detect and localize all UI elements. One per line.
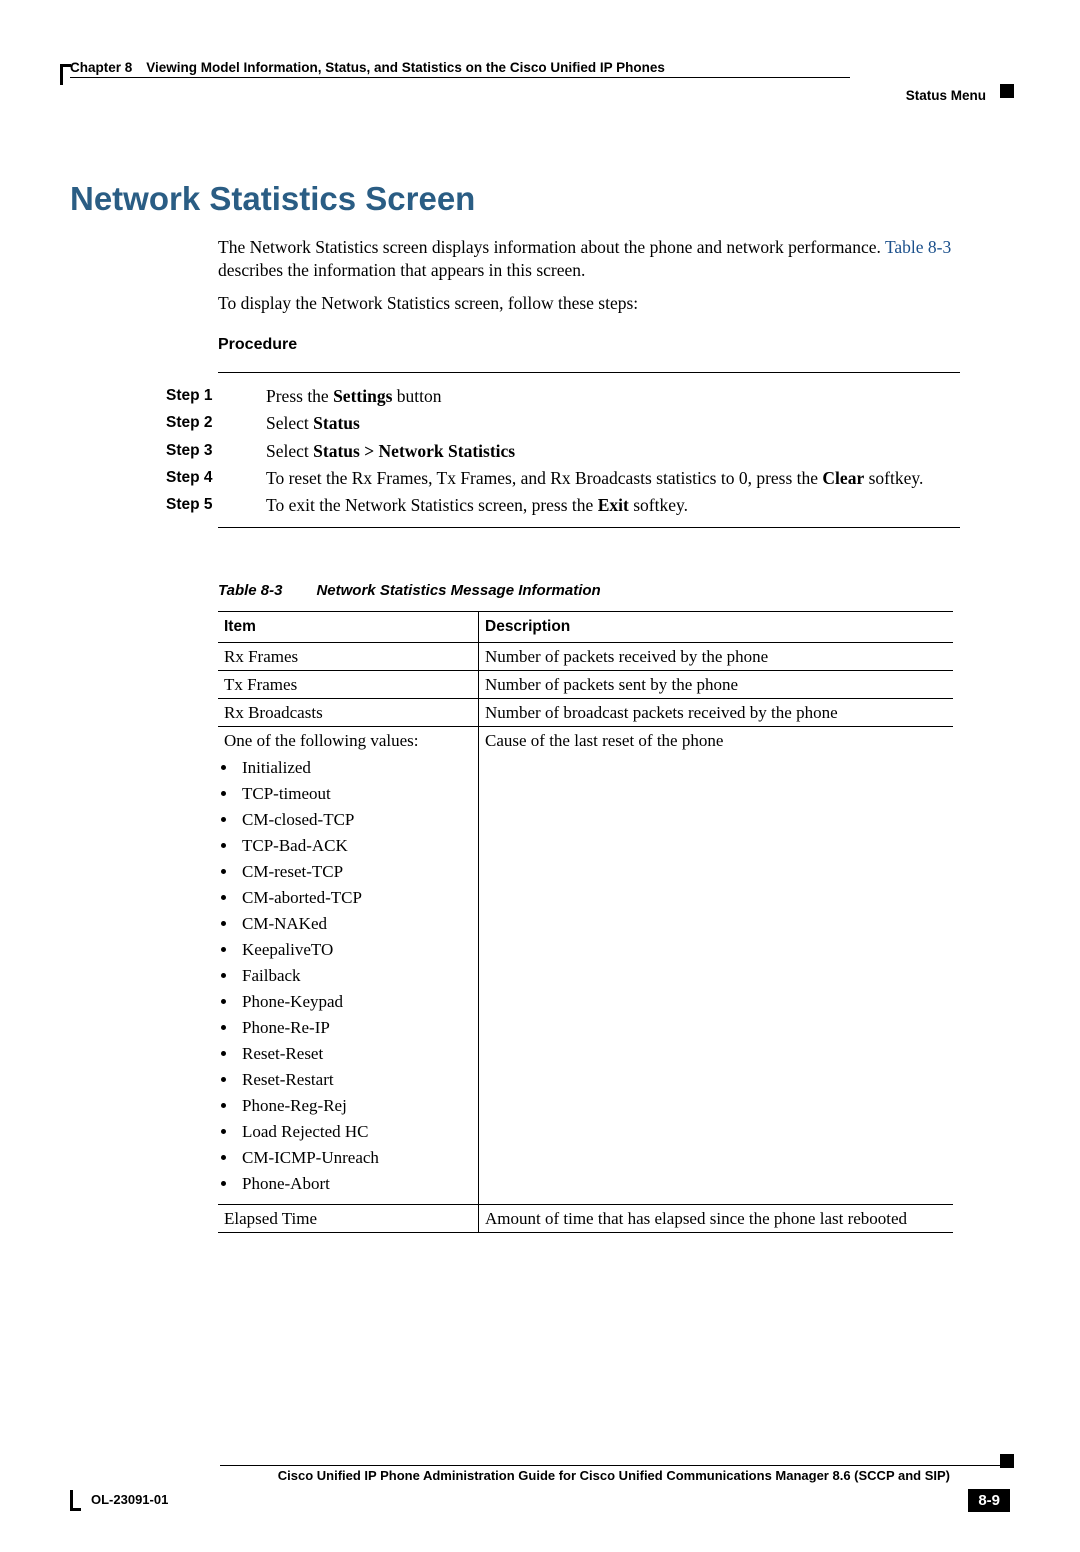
table-row: One of the following values:InitializedT… xyxy=(218,726,953,1204)
footer-guide-title: Cisco Unified IP Phone Administration Gu… xyxy=(70,1468,950,1483)
table-ref-link[interactable]: Table 8-3 xyxy=(885,237,951,257)
intro-text-b: describes the information that appears i… xyxy=(218,260,585,280)
list-item: Reset-Restart xyxy=(238,1067,472,1093)
procedure-step: Step 4To reset the Rx Frames, Tx Frames,… xyxy=(166,465,960,492)
list-item: CM-closed-TCP xyxy=(238,807,472,833)
chapter-number: Chapter 8 xyxy=(70,60,132,75)
table-cell-item: Tx Frames xyxy=(218,670,479,698)
list-item: CM-reset-TCP xyxy=(238,859,472,885)
list-item: Phone-Reg-Rej xyxy=(238,1093,472,1119)
table-cell-item: Rx Frames xyxy=(218,642,479,670)
step-label: Step 1 xyxy=(166,383,266,410)
table-cell-description: Number of broadcast packets received by … xyxy=(479,698,954,726)
list-item: Reset-Reset xyxy=(238,1041,472,1067)
list-item: TCP-timeout xyxy=(238,781,472,807)
procedure-step: Step 2Select Status xyxy=(166,410,960,437)
table-cell-item: Elapsed Time xyxy=(218,1204,479,1232)
document-id: OL-23091-01 xyxy=(91,1492,168,1507)
list-item: Failback xyxy=(238,963,472,989)
chapter-header: Chapter 8 Viewing Model Information, Stat… xyxy=(70,60,850,78)
network-statistics-table: Item Description Rx FramesNumber of pack… xyxy=(218,611,953,1233)
step-label: Step 3 xyxy=(166,438,266,465)
list-item: Load Rejected HC xyxy=(238,1119,472,1145)
intro-text-a: The Network Statistics screen displays i… xyxy=(218,237,885,257)
step-label: Step 5 xyxy=(166,492,266,519)
table-title: Network Statistics Message Information xyxy=(316,582,600,599)
table-caption: Table 8-3 Network Statistics Message Info… xyxy=(218,582,1010,599)
table-header-description: Description xyxy=(479,611,954,642)
table-cell-description: Number of packets sent by the phone xyxy=(479,670,954,698)
step-text: To exit the Network Statistics screen, p… xyxy=(266,492,960,519)
table-cell-item: Rx Broadcasts xyxy=(218,698,479,726)
table-number: Table 8-3 xyxy=(218,582,282,599)
section-label: Status Menu xyxy=(906,88,986,103)
footer-rule xyxy=(220,1465,1010,1466)
table-row: Tx FramesNumber of packets sent by the p… xyxy=(218,670,953,698)
step-text: Press the Settings button xyxy=(266,383,960,410)
steps-rule-bottom xyxy=(218,527,960,528)
procedure-step: Step 5To exit the Network Statistics scr… xyxy=(166,492,960,519)
list-item: Phone-Keypad xyxy=(238,989,472,1015)
list-item: CM-ICMP-Unreach xyxy=(238,1145,472,1171)
chapter-title: Viewing Model Information, Status, and S… xyxy=(146,60,665,75)
table-cell-description: Cause of the last reset of the phone xyxy=(479,726,954,1204)
steps-rule-top xyxy=(218,372,960,373)
procedure-step: Step 1Press the Settings button xyxy=(166,383,960,410)
list-item: CM-aborted-TCP xyxy=(238,885,472,911)
list-item: CM-NAKed xyxy=(238,911,472,937)
intro-paragraph-2: To display the Network Statistics screen… xyxy=(218,292,960,315)
table-header-item: Item xyxy=(218,611,479,642)
step-text: Select Status > Network Statistics xyxy=(266,438,960,465)
table-cell-item: One of the following values:InitializedT… xyxy=(218,726,479,1204)
table-row: Rx FramesNumber of packets received by t… xyxy=(218,642,953,670)
procedure-heading: Procedure xyxy=(218,336,1010,354)
list-item: Initialized xyxy=(238,755,472,781)
list-item: Phone-Re-IP xyxy=(238,1015,472,1041)
list-item: TCP-Bad-ACK xyxy=(238,833,472,859)
corner-square-top-right xyxy=(1000,84,1014,98)
step-text: Select Status xyxy=(266,410,960,437)
intro-paragraph-1: The Network Statistics screen displays i… xyxy=(218,236,960,282)
corner-square-bottom-right xyxy=(1000,1454,1014,1468)
list-item: Phone-Abort xyxy=(238,1171,472,1197)
reset-values-list: InitializedTCP-timeoutCM-closed-TCPTCP-B… xyxy=(238,755,472,1197)
table-cell-description: Number of packets received by the phone xyxy=(479,642,954,670)
page-footer: Cisco Unified IP Phone Administration Gu… xyxy=(70,1465,1010,1512)
step-text: To reset the Rx Frames, Tx Frames, and R… xyxy=(266,465,960,492)
procedure-step: Step 3Select Status > Network Statistics xyxy=(166,438,960,465)
list-item: KeepaliveTO xyxy=(238,937,472,963)
page-title: Network Statistics Screen xyxy=(70,180,1010,218)
page-number: 8-9 xyxy=(968,1489,1010,1512)
corner-mark-top-left xyxy=(60,64,71,85)
corner-mark-bottom-left xyxy=(70,1490,81,1511)
step-label: Step 2 xyxy=(166,410,266,437)
table-row: Elapsed TimeAmount of time that has elap… xyxy=(218,1204,953,1232)
step-label: Step 4 xyxy=(166,465,266,492)
table-cell-description: Amount of time that has elapsed since th… xyxy=(479,1204,954,1232)
table-row: Rx BroadcastsNumber of broadcast packets… xyxy=(218,698,953,726)
